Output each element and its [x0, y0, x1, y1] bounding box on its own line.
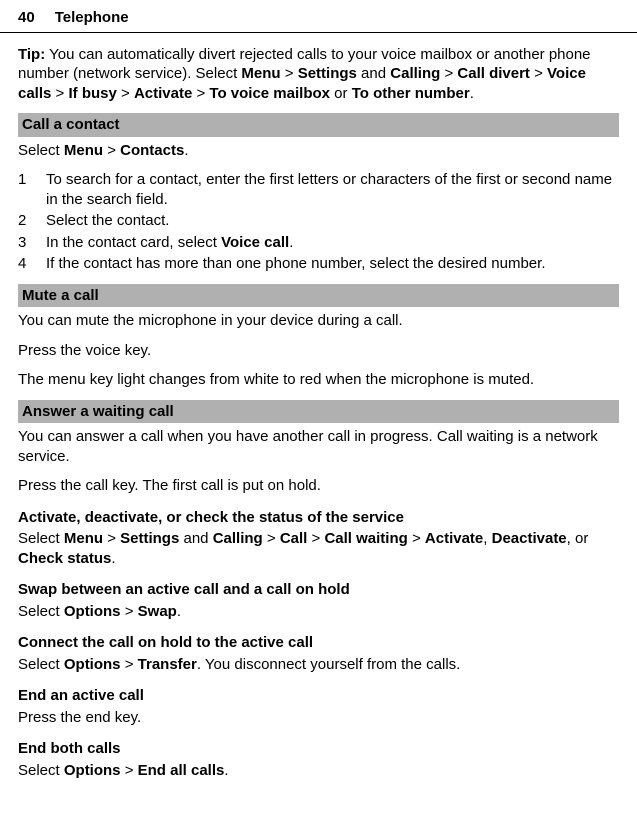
- text: Select: [18, 762, 64, 779]
- page-number: 40: [18, 8, 35, 28]
- separator: >: [192, 85, 209, 102]
- page-header: 40 Telephone: [0, 0, 637, 33]
- text: In the contact card, select: [46, 234, 221, 251]
- menu-path: Transfer: [138, 656, 197, 673]
- menu-path: Menu: [241, 65, 280, 82]
- step-text: In the contact card, select Voice call.: [46, 233, 619, 253]
- text: or: [330, 85, 352, 102]
- menu-path: Call divert: [457, 65, 530, 82]
- waiting-line1: You can answer a call when you have anot…: [18, 427, 619, 466]
- text: and: [357, 65, 390, 82]
- text: .: [184, 142, 188, 159]
- separator: >: [103, 142, 120, 159]
- menu-path: Settings: [298, 65, 357, 82]
- text: , or: [567, 530, 589, 547]
- end-both-heading: End both calls: [18, 739, 619, 759]
- step-text: To search for a contact, enter the first…: [46, 170, 619, 209]
- menu-path: To voice mailbox: [209, 85, 330, 102]
- text: and: [179, 530, 212, 547]
- separator: >: [121, 762, 138, 779]
- list-item: 3 In the contact card, select Voice call…: [18, 233, 619, 253]
- menu-path: Menu: [64, 142, 103, 159]
- step-number: 1: [18, 170, 46, 209]
- swap-text: Select Options > Swap.: [18, 602, 619, 622]
- mute-line3: The menu key light changes from white to…: [18, 370, 619, 390]
- menu-path: Contacts: [120, 142, 184, 159]
- activate-text: Select Menu > Settings and Calling > Cal…: [18, 529, 619, 568]
- separator: >: [263, 530, 280, 547]
- call-contact-steps: 1 To search for a contact, enter the fir…: [18, 170, 619, 274]
- menu-path: Check status: [18, 550, 111, 567]
- connect-text: Select Options > Transfer. You disconnec…: [18, 655, 619, 675]
- activate-heading: Activate, deactivate, or check the statu…: [18, 508, 619, 528]
- separator: >: [51, 85, 68, 102]
- text: .: [177, 603, 181, 620]
- menu-path: Activate: [134, 85, 192, 102]
- waiting-line2: Press the call key. The first call is pu…: [18, 476, 619, 496]
- call-contact-heading: Call a contact: [18, 113, 619, 137]
- menu-path: Voice call: [221, 234, 289, 251]
- menu-path: Activate: [425, 530, 483, 547]
- text: Select: [18, 603, 64, 620]
- connect-heading: Connect the call on hold to the active c…: [18, 633, 619, 653]
- separator: >: [281, 65, 298, 82]
- step-number: 4: [18, 254, 46, 274]
- list-item: 2 Select the contact.: [18, 211, 619, 231]
- text: Select: [18, 530, 64, 547]
- menu-path: Call waiting: [324, 530, 407, 547]
- separator: >: [307, 530, 324, 547]
- separator: >: [408, 530, 425, 547]
- separator: >: [121, 603, 138, 620]
- mute-heading: Mute a call: [18, 284, 619, 308]
- text: .: [289, 234, 293, 251]
- end-active-heading: End an active call: [18, 686, 619, 706]
- text: Select: [18, 142, 64, 159]
- swap-heading: Swap between an active call and a call o…: [18, 580, 619, 600]
- menu-path: Calling: [390, 65, 440, 82]
- waiting-heading: Answer a waiting call: [18, 400, 619, 424]
- list-item: 4 If the contact has more than one phone…: [18, 254, 619, 274]
- call-contact-select: Select Menu > Contacts.: [18, 141, 619, 161]
- menu-path: Call: [280, 530, 308, 547]
- menu-path: If busy: [68, 85, 116, 102]
- tip-label: Tip:: [18, 46, 45, 63]
- text: .: [111, 550, 115, 567]
- menu-path: Options: [64, 656, 121, 673]
- mute-line1: You can mute the microphone in your devi…: [18, 311, 619, 331]
- menu-path: Swap: [138, 603, 177, 620]
- section-title: Telephone: [55, 8, 129, 28]
- step-number: 2: [18, 211, 46, 231]
- menu-path: Calling: [213, 530, 263, 547]
- text: ,: [483, 530, 491, 547]
- menu-path: End all calls: [138, 762, 225, 779]
- end-both-text: Select Options > End all calls.: [18, 761, 619, 781]
- step-text: If the contact has more than one phone n…: [46, 254, 619, 274]
- separator: >: [440, 65, 457, 82]
- page-content: Tip: You can automatically divert reject…: [0, 33, 637, 781]
- menu-path: Options: [64, 762, 121, 779]
- separator: >: [530, 65, 547, 82]
- menu-path: Deactivate: [492, 530, 567, 547]
- step-number: 3: [18, 233, 46, 253]
- menu-path: Settings: [120, 530, 179, 547]
- separator: >: [121, 656, 138, 673]
- list-item: 1 To search for a contact, enter the fir…: [18, 170, 619, 209]
- menu-path: Menu: [64, 530, 103, 547]
- text: Select: [18, 656, 64, 673]
- text: . You disconnect yourself from the calls…: [197, 656, 460, 673]
- text: .: [470, 85, 474, 102]
- step-text: Select the contact.: [46, 211, 619, 231]
- tip-paragraph: Tip: You can automatically divert reject…: [18, 45, 619, 104]
- end-active-text: Press the end key.: [18, 708, 619, 728]
- menu-path: Options: [64, 603, 121, 620]
- separator: >: [103, 530, 120, 547]
- mute-line2: Press the voice key.: [18, 341, 619, 361]
- text: .: [224, 762, 228, 779]
- separator: >: [117, 85, 134, 102]
- menu-path: To other number: [352, 85, 470, 102]
